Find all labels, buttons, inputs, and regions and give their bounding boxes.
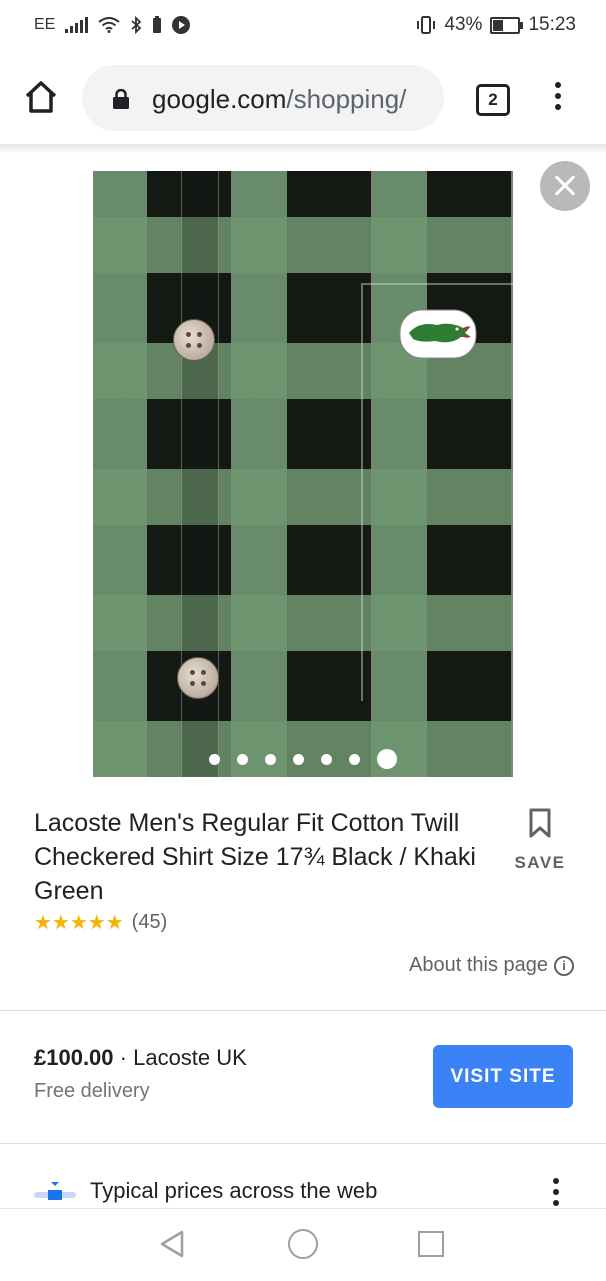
recent-apps-icon[interactable]: [418, 1231, 444, 1257]
signal-icon: [65, 17, 89, 33]
review-count: (45): [131, 911, 168, 933]
price-separator: ·: [113, 1045, 134, 1070]
offer-line: £100.00 · Lacoste UK: [34, 1045, 247, 1071]
url-path: /shopping/: [286, 84, 407, 114]
about-this-page-link[interactable]: About this page i: [409, 954, 574, 977]
lock-icon: [113, 89, 129, 109]
bookmark-icon: [529, 808, 551, 838]
more-options-icon[interactable]: [546, 1178, 566, 1208]
pagination-dot[interactable]: [349, 753, 360, 765]
price: £100.00: [34, 1045, 114, 1070]
shirt-button: [173, 319, 215, 361]
media-playing-icon: [172, 16, 191, 34]
wifi-icon: [98, 17, 120, 33]
vibrate-icon: [417, 16, 436, 34]
bluetooth-icon: [131, 16, 142, 34]
product-title: Lacoste Men's Regular Fit Cotton Twill C…: [34, 809, 476, 905]
url-text: google.com/shopping/: [152, 84, 406, 115]
url-domain: google.com: [152, 84, 287, 114]
home-nav-icon[interactable]: [288, 1229, 318, 1259]
status-bar: EE 43% 15:23: [0, 0, 606, 52]
about-label: About this page: [409, 954, 548, 976]
shirt-button: [177, 657, 219, 699]
pagination-dot-active[interactable]: [377, 749, 397, 769]
toolbar-shadow: [0, 144, 606, 154]
visit-site-button[interactable]: VISIT SITE: [433, 1045, 573, 1108]
pagination-dot[interactable]: [265, 753, 276, 765]
gallery-pagination: [93, 749, 513, 769]
browser-menu-icon[interactable]: [548, 82, 568, 116]
tab-switcher-button[interactable]: 2: [476, 84, 510, 116]
rating[interactable]: ★★★★★ (45): [34, 910, 167, 935]
pagination-dot[interactable]: [293, 753, 304, 765]
status-right: 43% 15:23: [416, 14, 576, 36]
price-range-icon: [34, 1182, 76, 1200]
pagination-dot[interactable]: [237, 753, 248, 765]
save-label: SAVE: [514, 853, 566, 872]
pagination-dot[interactable]: [321, 753, 332, 765]
info-icon: i: [554, 955, 574, 976]
browser-toolbar: google.com/shopping/ 2: [0, 52, 606, 144]
crocodile-logo: [399, 309, 477, 359]
save-button[interactable]: SAVE: [510, 808, 570, 873]
divider: [0, 1143, 606, 1144]
star-rating-icon: ★★★★★: [34, 912, 124, 934]
home-icon[interactable]: [22, 78, 60, 116]
battery-saver-icon: [153, 16, 162, 33]
battery-icon: [490, 16, 524, 34]
system-nav-bar: [0, 1208, 606, 1281]
divider: [0, 1010, 606, 1011]
delivery-info: Free delivery: [34, 1080, 150, 1102]
battery-percent: 43%: [444, 14, 483, 35]
back-icon[interactable]: [158, 1229, 188, 1259]
seller-name: Lacoste UK: [133, 1045, 247, 1070]
typical-prices-label[interactable]: Typical prices across the web: [90, 1178, 377, 1204]
battery-fill: [493, 19, 504, 31]
clock: 15:23: [528, 14, 576, 35]
carrier-label: EE: [34, 16, 56, 33]
pagination-dot[interactable]: [209, 753, 220, 765]
product-image[interactable]: [93, 171, 513, 777]
status-left: EE: [34, 16, 191, 34]
close-icon[interactable]: [540, 161, 590, 211]
url-bar[interactable]: google.com/shopping/: [82, 65, 444, 131]
